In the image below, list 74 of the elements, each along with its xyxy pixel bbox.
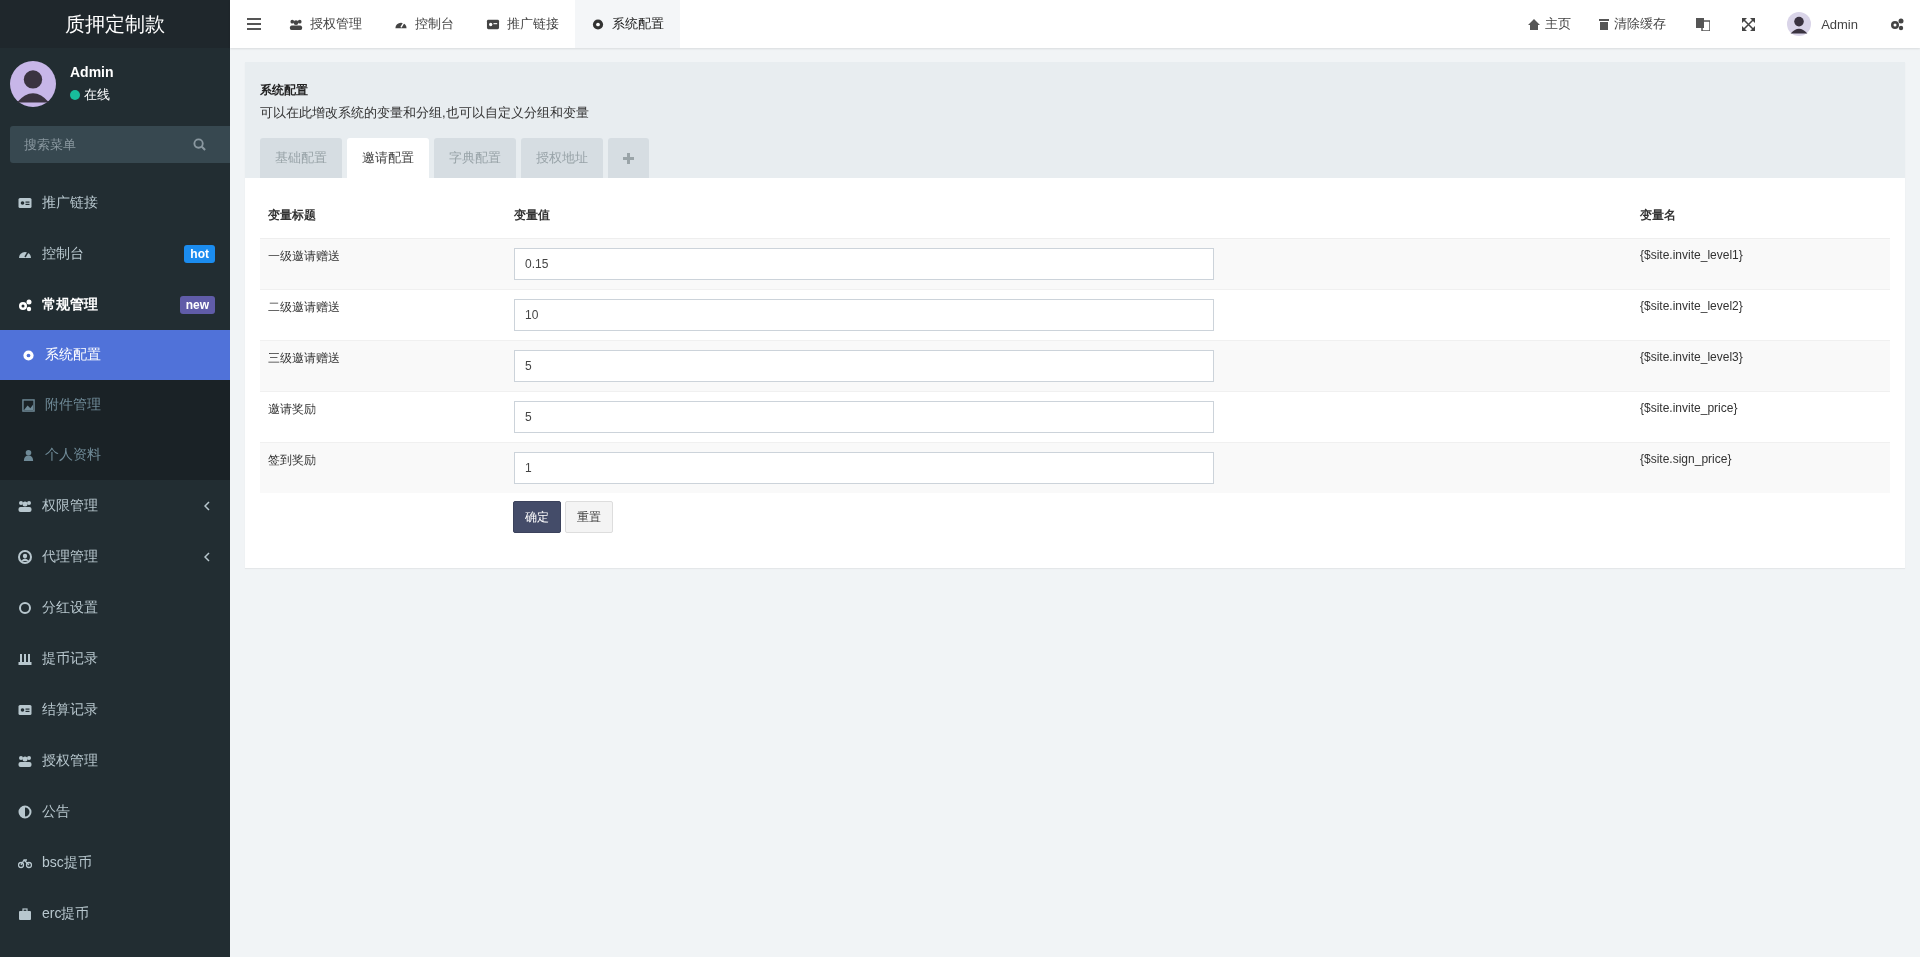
id-card-icon	[18, 702, 32, 717]
id-card-icon	[18, 195, 32, 210]
half-circle-icon	[18, 804, 32, 819]
sidebar-item[interactable]: 提币记录	[0, 633, 230, 684]
column-header: 变量名	[1632, 193, 1890, 239]
clear-cache-link[interactable]: 清除缓存	[1585, 15, 1681, 33]
users-icon	[18, 498, 32, 513]
variable-name: {$site.invite_level3}	[1632, 340, 1890, 392]
sidebar-item[interactable]: 结算记录	[0, 684, 230, 735]
user-name: Admin	[70, 64, 114, 80]
user-menu[interactable]: Admin	[1771, 12, 1874, 36]
sidebar-item[interactable]: 控制台 hot	[0, 228, 230, 279]
sidebar-item[interactable]: bsc提币	[0, 837, 230, 888]
home-icon	[1528, 18, 1541, 30]
image-icon	[22, 398, 35, 412]
value-input[interactable]: 5	[514, 401, 1214, 433]
users-icon	[18, 753, 32, 768]
nav-tab[interactable]: 推广链接	[470, 0, 575, 48]
sidebar-item[interactable]: 分红设置	[0, 582, 230, 633]
user-circle-icon	[18, 549, 32, 564]
user-icon	[22, 448, 35, 462]
panel-title: 系统配置	[260, 82, 309, 99]
circle-icon	[18, 600, 32, 615]
variable-title: 签到奖励	[260, 442, 506, 493]
briefcase-icon	[18, 906, 32, 921]
search-icon[interactable]	[193, 138, 206, 151]
plus-icon	[623, 152, 634, 164]
variable-title: 三级邀请赠送	[260, 340, 506, 392]
trash-icon	[1599, 18, 1610, 30]
sidebar-item[interactable]: 公告	[0, 786, 230, 837]
menu-badge: new	[179, 295, 215, 314]
submenu-item[interactable]: 附件管理	[0, 380, 230, 430]
variable-title: 一级邀请赠送	[260, 238, 506, 290]
variable-name: {$site.sign_price}	[1632, 442, 1890, 493]
gears-icon[interactable]	[1890, 17, 1904, 31]
submit-button[interactable]: 确定	[513, 501, 561, 533]
sidebar-item[interactable]: 推广链接	[0, 177, 230, 228]
gear-icon	[591, 17, 605, 31]
avatar	[10, 61, 56, 107]
variable-name: {$site.invite_level1}	[1632, 238, 1890, 290]
nav-tab[interactable]: 授权管理	[273, 0, 378, 48]
value-input[interactable]: 1	[514, 452, 1214, 484]
config-tab[interactable]: 邀请配置	[347, 138, 429, 178]
value-input[interactable]: 10	[514, 299, 1214, 331]
sidebar-item[interactable]: erc提币	[0, 888, 230, 939]
users-icon	[289, 17, 303, 31]
gears-icon	[18, 297, 32, 312]
nav-tab[interactable]: 控制台	[378, 0, 470, 48]
column-header: 变量标题	[260, 193, 506, 239]
avatar	[1787, 12, 1812, 36]
sidebar-item[interactable]: 常规管理 new	[0, 279, 230, 330]
logo-text: 质押定制款	[65, 11, 165, 37]
menu-badge: hot	[184, 244, 215, 263]
gear-icon	[22, 348, 35, 362]
status-dot-icon	[70, 90, 80, 100]
id-card-icon	[486, 17, 500, 31]
sidebar-item[interactable]: 授权管理	[0, 735, 230, 786]
home-link[interactable]: 主页	[1514, 15, 1586, 33]
panel-description: 可以在此增改系统的变量和分组,也可以自定义分组和变量	[260, 104, 590, 122]
sidebar-item[interactable]: 权限管理	[0, 480, 230, 531]
nav-tab[interactable]: 系统配置	[575, 0, 680, 48]
sidebar-item[interactable]: 代理管理	[0, 531, 230, 582]
search-field[interactable]: 搜索菜单	[10, 126, 230, 163]
menu-icon[interactable]	[247, 18, 261, 30]
translate-icon[interactable]	[1696, 17, 1711, 31]
bars-chart-icon	[18, 651, 32, 666]
submenu-item[interactable]: 个人资料	[0, 430, 230, 480]
column-header: 变量值	[506, 193, 1632, 239]
fullscreen-icon[interactable]	[1742, 17, 1756, 31]
user-status: 在线	[84, 86, 110, 104]
reset-button[interactable]: 重置	[565, 501, 613, 533]
value-input[interactable]: 0.15	[514, 248, 1214, 280]
submenu-item[interactable]: 系统配置	[0, 330, 230, 380]
value-input[interactable]: 5	[514, 350, 1214, 382]
